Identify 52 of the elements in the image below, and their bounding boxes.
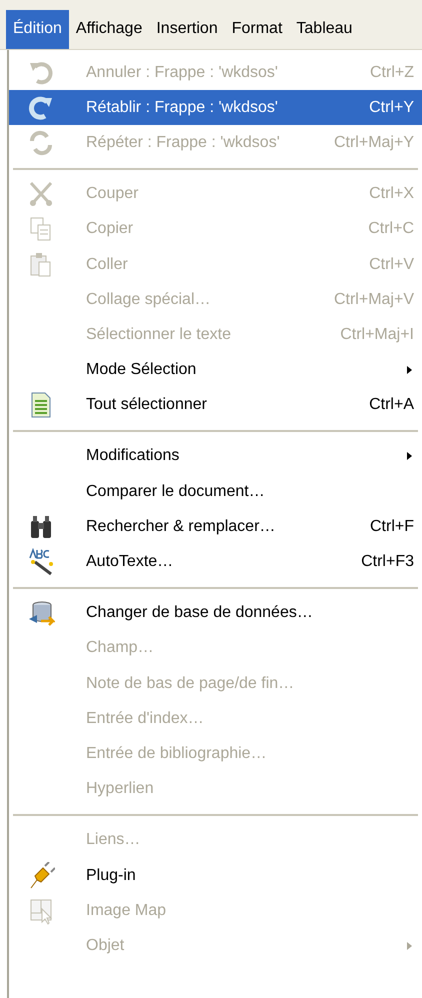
shortcut-label: Ctrl+C xyxy=(368,219,414,240)
menu-item-label: Note de bas de page/de fin… xyxy=(86,674,296,694)
shortcut-label: Ctrl+Maj+V xyxy=(334,290,414,310)
menu-item-label: Image Map xyxy=(86,900,168,921)
menu-item-label: Collage spécial… xyxy=(86,290,212,310)
shortcut-label: Ctrl+Z xyxy=(370,62,414,83)
shortcut-label: Ctrl+V xyxy=(369,254,414,275)
menu-title[interactable]: Édition xyxy=(6,10,69,49)
menu-item[interactable]: Tout sélectionner Ctrl+A xyxy=(9,388,422,423)
menu-item-label: Sélectionner le texte xyxy=(86,324,232,345)
shortcut-label: Ctrl+F3 xyxy=(361,552,414,572)
menu-item-label: Entrée de bibliographie… xyxy=(86,744,268,764)
shortcut-label: Ctrl+X xyxy=(369,184,414,204)
menu-item-label: Copier xyxy=(86,219,134,240)
menu-item[interactable]: Modifications xyxy=(9,438,422,474)
database-icon xyxy=(26,599,54,628)
menu-item-label: Liens… xyxy=(86,830,142,850)
menu-item[interactable]: Changer de base de données… xyxy=(9,596,422,631)
spellcheck-icon xyxy=(26,548,54,576)
shortcut-label: Ctrl+A xyxy=(369,395,414,416)
shortcut-label: Ctrl+Maj+I xyxy=(340,324,414,345)
menu-item-label: Rechercher & remplacer… xyxy=(86,516,276,537)
menu-item-label: Rétablir : Frappe : 'wkdsos' xyxy=(86,98,279,118)
menu-item-label: Champ… xyxy=(86,638,155,658)
menu-item[interactable]: Rétablir : Frappe : 'wkdsos' Ctrl+Y xyxy=(9,90,422,126)
menu-item-label: Comparer le document… xyxy=(86,482,266,502)
menu-item[interactable]: Rechercher & remplacer… Ctrl+F xyxy=(9,509,422,544)
menu-item-label: Mode Sélection xyxy=(86,360,198,380)
menu-title[interactable]: Insertion xyxy=(149,10,225,49)
shortcut-label: Ctrl+Y xyxy=(369,98,414,118)
menu-item-label: Tout sélectionner xyxy=(86,395,208,416)
menu-item[interactable]: AutoTexte… Ctrl+F3 xyxy=(9,544,422,580)
menu-item[interactable]: Mode Sélection xyxy=(9,352,422,388)
menu-title[interactable]: Format xyxy=(224,10,290,49)
menu-title[interactable]: Tableau xyxy=(289,10,360,49)
menu-item-label: Changer de base de données… xyxy=(86,603,314,624)
menu-item-label: Coller xyxy=(86,254,129,275)
menu-item-label: Annuler : Frappe : 'wkdsos' xyxy=(86,62,279,83)
menu-item-label: Couper xyxy=(86,184,140,204)
menu-item-label: Hyperlien xyxy=(86,779,155,800)
shortcut-label: Ctrl+F xyxy=(370,516,414,537)
menu-item-label: AutoTexte… xyxy=(86,552,174,572)
menu-item-label: Répéter : Frappe : 'wkdsos' xyxy=(86,132,281,153)
menu-item-label: Modifications xyxy=(86,446,180,466)
menu-item[interactable]: Plug-in xyxy=(9,858,422,894)
menu-item[interactable]: Comparer le document… xyxy=(9,474,422,510)
shortcut-label: Ctrl+Maj+Y xyxy=(334,132,414,153)
menu-item-label: Objet xyxy=(86,936,126,956)
redo-icon xyxy=(26,94,54,122)
menu-item-label: Entrée d'index… xyxy=(86,708,205,729)
menu-title[interactable]: Affichage xyxy=(68,10,150,49)
menu-item-label: Plug-in xyxy=(86,866,137,886)
